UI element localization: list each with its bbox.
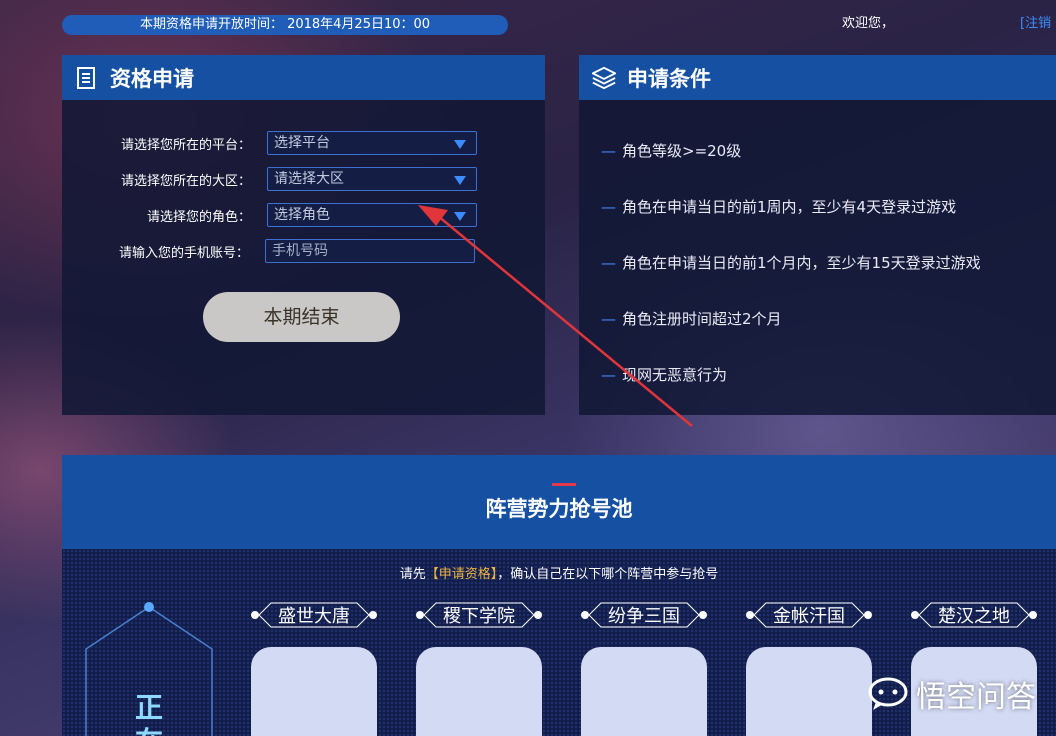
role-label: 请选择您的角色：	[146, 209, 251, 225]
condition-item: — 现网无恶意行为	[601, 364, 727, 385]
faction-item[interactable]: 稷下学院	[414, 601, 544, 736]
platform-label: 请选择您所在的平台：	[120, 137, 251, 153]
faction-item[interactable]: 纷争三国	[579, 601, 709, 736]
phone-label: 请输入您的手机账号：	[118, 245, 249, 261]
condition-text: 角色在申请当日的前1周内，至少有4天登录过游戏	[622, 198, 957, 216]
phone-input[interactable]	[265, 239, 475, 263]
document-icon	[74, 65, 100, 91]
role-row: 请选择您的角色： 选择角色	[62, 203, 477, 227]
user-bar: 欢迎您， [注销	[842, 14, 1056, 34]
region-select[interactable]: 请选择大区	[267, 167, 477, 191]
title-accent-bar	[552, 483, 576, 486]
faction-label: 楚汉之地	[909, 601, 1039, 629]
apply-qualification-link[interactable]: 【申请资格】	[426, 567, 498, 582]
faction-label: 盛世大唐	[249, 601, 379, 629]
condition-item: — 角色等级>=20级	[601, 140, 741, 161]
apply-panel-title: 资格申请	[110, 66, 194, 91]
region-label: 请选择您所在的大区：	[120, 173, 251, 189]
layers-icon	[591, 65, 617, 91]
faction-label: 稷下学院	[414, 601, 544, 629]
condition-text: 现网无恶意行为	[622, 366, 728, 384]
dropdown-arrow-icon	[454, 212, 466, 221]
conditions-panel-header: 申请条件	[579, 55, 1056, 100]
dropdown-arrow-icon	[454, 176, 466, 185]
condition-item: — 角色注册时间超过2个月	[601, 308, 782, 329]
faction-card[interactable]	[581, 647, 707, 736]
faction-pool-header: 阵营势力抢号池	[62, 455, 1056, 549]
apply-panel-header: 资格申请	[62, 55, 545, 100]
role-select[interactable]: 选择角色	[267, 203, 477, 227]
pool-instruction-suffix: ，确认自己在以下哪个阵营中参与抢号	[497, 567, 719, 582]
platform-row: 请选择您所在的平台： 选择平台	[62, 131, 477, 155]
condition-text: 角色注册时间超过2个月	[622, 310, 782, 328]
faction-name: 盛世大唐	[278, 606, 350, 627]
apply-panel: 资格申请 请选择您所在的平台： 选择平台 请选择您所在的大区： 请选择大区 请选…	[62, 55, 545, 415]
application-time-notice: 本期资格申请开放时间： 2018年4月25日10：00	[62, 15, 508, 35]
dash-icon: —	[601, 254, 616, 272]
phone-row: 请输入您的手机账号：	[62, 239, 475, 263]
dropdown-arrow-icon	[454, 140, 466, 149]
faction-name: 稷下学院	[443, 606, 515, 627]
pool-instruction-prefix: 请先	[399, 567, 426, 582]
platform-select-value: 选择平台	[274, 135, 330, 151]
faction-name: 金帐汗国	[773, 606, 845, 627]
faction-item[interactable]: 楚汉之地	[909, 601, 1039, 736]
faction-status-text: 正在	[134, 691, 163, 736]
condition-item: — 角色在申请当日的前1周内，至少有4天登录过游戏	[601, 196, 956, 217]
pool-instruction: 请先【申请资格】，确认自己在以下哪个阵营中参与抢号	[62, 563, 1056, 582]
conditions-panel-title: 申请条件	[627, 66, 711, 91]
dash-icon: —	[601, 366, 616, 384]
faction-item[interactable]: 金帐汗国	[744, 601, 874, 736]
faction-name: 楚汉之地	[938, 606, 1010, 627]
dash-icon: —	[601, 198, 616, 216]
page: 本期资格申请开放时间： 2018年4月25日10：00 欢迎您， [注销 资格申请…	[0, 0, 1056, 736]
faction-card[interactable]	[251, 647, 377, 736]
faction-pool-title: 阵营势力抢号池	[485, 497, 633, 521]
faction-card[interactable]	[746, 647, 872, 736]
condition-item: — 角色在申请当日的前1个月内，至少有15天登录过游戏	[601, 252, 981, 273]
role-select-value: 选择角色	[274, 207, 330, 223]
region-select-value: 请选择大区	[274, 171, 344, 187]
condition-text: 角色等级>=20级	[622, 142, 742, 160]
chat-bubble-icon	[868, 676, 908, 712]
conditions-panel: 申请条件 — 角色等级>=20级 — 角色在申请当日的前1周内，至少有4天登录过游戏…	[579, 55, 1056, 415]
platform-select[interactable]: 选择平台	[267, 131, 477, 155]
period-ended-button[interactable]: 本期结束	[203, 292, 400, 342]
watermark-text: 悟空问答	[916, 680, 1036, 715]
watermark: 悟空问答	[868, 672, 1036, 716]
condition-text: 角色在申请当日的前1个月内，至少有15天登录过游戏	[622, 254, 981, 272]
faction-card[interactable]	[416, 647, 542, 736]
faction-item[interactable]: 盛世大唐	[249, 601, 379, 736]
logout-link[interactable]: [注销	[1020, 16, 1051, 31]
region-row: 请选择您所在的大区： 请选择大区	[62, 167, 477, 191]
dash-icon: —	[601, 142, 616, 160]
welcome-text: 欢迎您，	[842, 16, 895, 31]
faction-name: 纷争三国	[608, 606, 680, 627]
dash-icon: —	[601, 310, 616, 328]
faction-label: 纷争三国	[579, 601, 709, 629]
faction-label: 金帐汗国	[744, 601, 874, 629]
